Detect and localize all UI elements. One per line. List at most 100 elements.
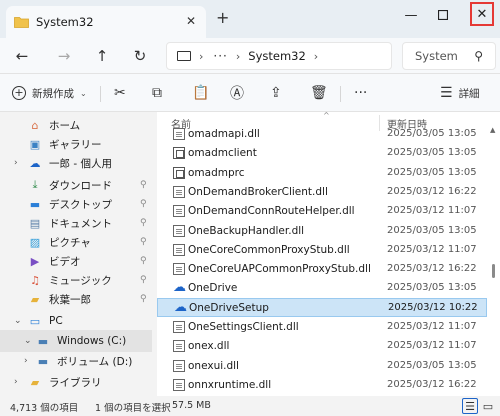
pin-icon[interactable]: ⚲ bbox=[140, 256, 147, 266]
file-row[interactable]: OneSettingsClient.dll 2025/03/12 11:07 bbox=[157, 317, 487, 336]
address-bar[interactable]: › ··· › System32 › bbox=[166, 42, 392, 70]
sidebar-item-pc[interactable]: ⌄ ▭ PC bbox=[0, 310, 152, 332]
breadcrumb-overflow[interactable]: ··· bbox=[213, 49, 227, 63]
more-icon: ··· bbox=[354, 85, 368, 101]
minimize-button[interactable]: — bbox=[400, 4, 422, 26]
file-row[interactable]: OnDemandConnRouteHelper.dll 2025/03/12 11… bbox=[157, 201, 487, 220]
scrollbar[interactable]: ▲ bbox=[490, 126, 496, 388]
sidebar-item-libraries[interactable]: › ▰ ライブラリ bbox=[0, 371, 152, 393]
sidebar-item-onedrive[interactable]: › ☁ 一郎 - 個人用 bbox=[0, 152, 152, 174]
close-icon: ✕ bbox=[476, 6, 488, 22]
pin-icon[interactable]: ⚲ bbox=[140, 218, 147, 228]
close-button[interactable]: ✕ bbox=[470, 2, 494, 26]
file-row[interactable]: onexui.dll 2025/03/05 13:05 bbox=[157, 356, 487, 375]
chevron-right-icon[interactable]: › bbox=[14, 158, 18, 168]
file-row[interactable]: ☁ OneDrive 2025/03/05 13:05 bbox=[157, 278, 487, 297]
pin-icon[interactable]: ⚲ bbox=[140, 180, 147, 190]
chevron-right-icon[interactable]: › bbox=[24, 356, 28, 366]
arrow-up-icon: ↑ bbox=[95, 47, 109, 65]
file-row[interactable]: onnxruntime.dll 2025/03/12 16:22 bbox=[157, 375, 487, 394]
copy-button[interactable]: ⧉ bbox=[152, 83, 162, 103]
chevron-down-icon[interactable]: ⌄ bbox=[14, 316, 22, 326]
sidebar-item-label: デスクトップ bbox=[49, 198, 112, 211]
file-date-modified: 2025/03/12 16:22 bbox=[387, 263, 477, 274]
sidebar-item-windows-c[interactable]: ⌄ ▬ Windows (C:) bbox=[0, 330, 152, 352]
file-row[interactable]: omadmapi.dll 2025/03/05 13:05 bbox=[157, 124, 487, 143]
folder-icon: ▰ bbox=[30, 292, 40, 306]
file-row[interactable]: omadmclient 2025/03/05 13:05 bbox=[157, 143, 487, 162]
minimize-icon: — bbox=[404, 7, 418, 23]
file-list: ^ 名前 更新日時 omadmapi.dll 2025/03/05 13:05 om… bbox=[157, 112, 500, 396]
sidebar-item-label: ホーム bbox=[49, 119, 81, 132]
chevron-right-icon[interactable]: › bbox=[199, 50, 203, 63]
sidebar-item-label: PC bbox=[49, 315, 63, 327]
paste-icon: 📋 bbox=[192, 85, 210, 101]
file-date-modified: 2025/03/05 13:05 bbox=[387, 147, 477, 158]
file-row[interactable]: OneCoreCommonProxyStub.dll 2025/03/12 11:… bbox=[157, 240, 487, 259]
new-button[interactable]: + 新規作成 ⌄ bbox=[12, 83, 87, 103]
list-view-icon: ☰ bbox=[465, 399, 475, 413]
library-icon: ▰ bbox=[30, 375, 40, 389]
pin-icon[interactable]: ⚲ bbox=[140, 199, 147, 209]
tab-system32[interactable]: System32 ✕ bbox=[6, 6, 206, 38]
delete-button[interactable]: 🗑 bbox=[310, 83, 328, 103]
application-icon bbox=[173, 146, 185, 159]
scroll-up-icon[interactable]: ▲ bbox=[490, 126, 495, 134]
cut-button[interactable]: ✂ bbox=[114, 83, 126, 103]
gallery-icon: ▣ bbox=[29, 137, 41, 151]
maximize-icon bbox=[438, 10, 448, 20]
details-label: 詳細 bbox=[458, 87, 480, 100]
details-button[interactable]: ☰ 詳細 bbox=[440, 83, 480, 103]
item-count: 4,713 個の項目 bbox=[10, 403, 79, 414]
chevron-right-icon[interactable]: › bbox=[236, 50, 240, 63]
new-tab-plus-icon[interactable]: + bbox=[216, 8, 229, 27]
file-row[interactable]: ☁ OneDriveSetup 2025/03/12 10:22 bbox=[157, 298, 487, 317]
scroll-thumb[interactable] bbox=[492, 264, 495, 278]
dll-file-icon bbox=[173, 185, 185, 198]
plus-circle-icon: + bbox=[12, 86, 26, 100]
application-icon bbox=[173, 166, 185, 179]
share-button[interactable]: ⇪ bbox=[270, 83, 282, 103]
tiles-view-button[interactable]: ▭ bbox=[480, 398, 496, 414]
paste-button[interactable]: 📋 bbox=[192, 83, 209, 103]
copy-icon: ⧉ bbox=[152, 85, 162, 101]
sidebar-item-label: Windows (C:) bbox=[57, 335, 127, 347]
more-button[interactable]: ··· bbox=[354, 83, 367, 103]
file-row[interactable]: onex.dll 2025/03/12 11:07 bbox=[157, 336, 487, 355]
pin-icon[interactable]: ⚲ bbox=[140, 294, 147, 304]
chevron-right-icon[interactable]: › bbox=[14, 377, 18, 387]
dll-file-icon bbox=[173, 262, 185, 275]
file-date-modified: 2025/03/05 13:05 bbox=[387, 128, 477, 139]
sidebar-item-label: ライブラリ bbox=[49, 376, 102, 389]
search-input[interactable]: System ⚲ bbox=[402, 42, 496, 70]
sidebar-item-label: ドキュメント bbox=[49, 217, 112, 230]
file-name: omadmapi.dll bbox=[188, 127, 260, 140]
sidebar-item-user-folder[interactable]: ▰ 秋葉一郎 ⚲ bbox=[0, 288, 152, 310]
share-icon: ⇪ bbox=[270, 85, 282, 101]
home-icon: ⌂ bbox=[31, 118, 39, 132]
refresh-button[interactable]: ↻ bbox=[130, 46, 150, 66]
status-bar: 4,713 個の項目 1 個の項目を選択 57.5 MB ☰ ▭ bbox=[0, 396, 500, 416]
tab-title: System32 bbox=[36, 15, 94, 29]
dll-file-icon bbox=[173, 224, 185, 237]
details-view-button[interactable]: ☰ bbox=[462, 398, 478, 414]
search-placeholder: System bbox=[415, 49, 458, 63]
breadcrumb-system32[interactable]: System32 bbox=[248, 49, 306, 63]
file-row[interactable]: OneBackupHandler.dll 2025/03/05 13:05 bbox=[157, 221, 487, 240]
tab-close-icon[interactable]: ✕ bbox=[186, 14, 196, 28]
chevron-right-icon[interactable]: › bbox=[314, 50, 318, 63]
file-row[interactable]: omadmprc 2025/03/05 13:05 bbox=[157, 163, 487, 182]
rename-button[interactable]: Ⓐ bbox=[230, 83, 244, 103]
forward-button[interactable]: → bbox=[54, 46, 74, 66]
maximize-button[interactable] bbox=[432, 4, 454, 26]
divider bbox=[100, 86, 101, 102]
up-button[interactable]: ↑ bbox=[92, 46, 112, 66]
chevron-down-icon[interactable]: ⌄ bbox=[24, 336, 32, 346]
file-row[interactable]: OneCoreUAPCommonProxyStub.dll 2025/03/12 … bbox=[157, 259, 487, 278]
file-row[interactable]: OnDemandBrokerClient.dll 2025/03/12 16:22 bbox=[157, 182, 487, 201]
navigation-bar: ← → ↑ ↻ › ··· › System32 › System ⚲ bbox=[0, 38, 500, 74]
back-button[interactable]: ← bbox=[12, 46, 32, 66]
sidebar-item-volume-d[interactable]: › ▬ ボリューム (D:) bbox=[0, 350, 152, 372]
pin-icon[interactable]: ⚲ bbox=[140, 275, 147, 285]
pin-icon[interactable]: ⚲ bbox=[140, 237, 147, 247]
